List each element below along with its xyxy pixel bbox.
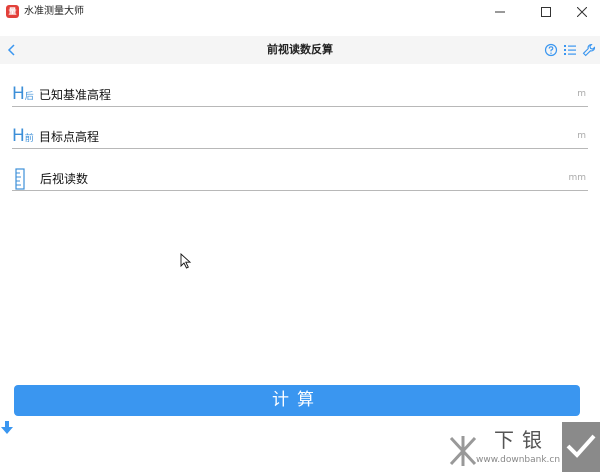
wrench-icon[interactable] xyxy=(582,43,596,57)
close-icon xyxy=(577,7,587,17)
field-label: 后视读数 xyxy=(40,172,89,186)
close-button[interactable] xyxy=(562,0,600,24)
app-header: 前视读数反算 xyxy=(0,36,600,64)
watermark-url: www.downbank.cn xyxy=(476,455,561,465)
maximize-icon xyxy=(541,7,551,17)
mouse-cursor-icon xyxy=(180,253,192,269)
target-point-elevation-field[interactable]: H前 目标点高程 m xyxy=(12,126,588,149)
minimize-icon xyxy=(495,11,505,13)
list-icon[interactable] xyxy=(563,43,577,57)
field-label: 目标点高程 xyxy=(39,130,100,144)
field-label: 已知基准高程 xyxy=(39,88,112,102)
page-title: 前视读数反算 xyxy=(267,43,333,56)
check-icon xyxy=(566,434,596,458)
watermark-logo-icon xyxy=(449,436,477,466)
unit-label: mm xyxy=(568,173,586,183)
h-front-prefix: H前 xyxy=(12,126,34,146)
ruler-icon xyxy=(15,168,25,190)
window-titlebar: 量 水准测量大师 xyxy=(0,0,600,24)
watermark-text: 下银 xyxy=(494,428,550,452)
h-back-prefix: H后 xyxy=(12,84,34,104)
unit-label: m xyxy=(577,89,586,99)
app-logo-icon: 量 xyxy=(6,5,19,18)
maximize-button[interactable] xyxy=(526,0,566,24)
minimize-button[interactable] xyxy=(480,0,520,24)
download-arrow-icon[interactable] xyxy=(1,421,13,435)
check-badge xyxy=(562,422,600,472)
unit-label: m xyxy=(577,131,586,141)
help-icon[interactable] xyxy=(544,43,558,57)
known-base-elevation-field[interactable]: H后 已知基准高程 m xyxy=(12,84,588,107)
backsight-reading-field[interactable]: 后视读数 mm xyxy=(12,168,588,191)
calculate-button[interactable]: 计算 xyxy=(14,385,580,416)
window-title: 水准测量大师 xyxy=(24,6,84,17)
